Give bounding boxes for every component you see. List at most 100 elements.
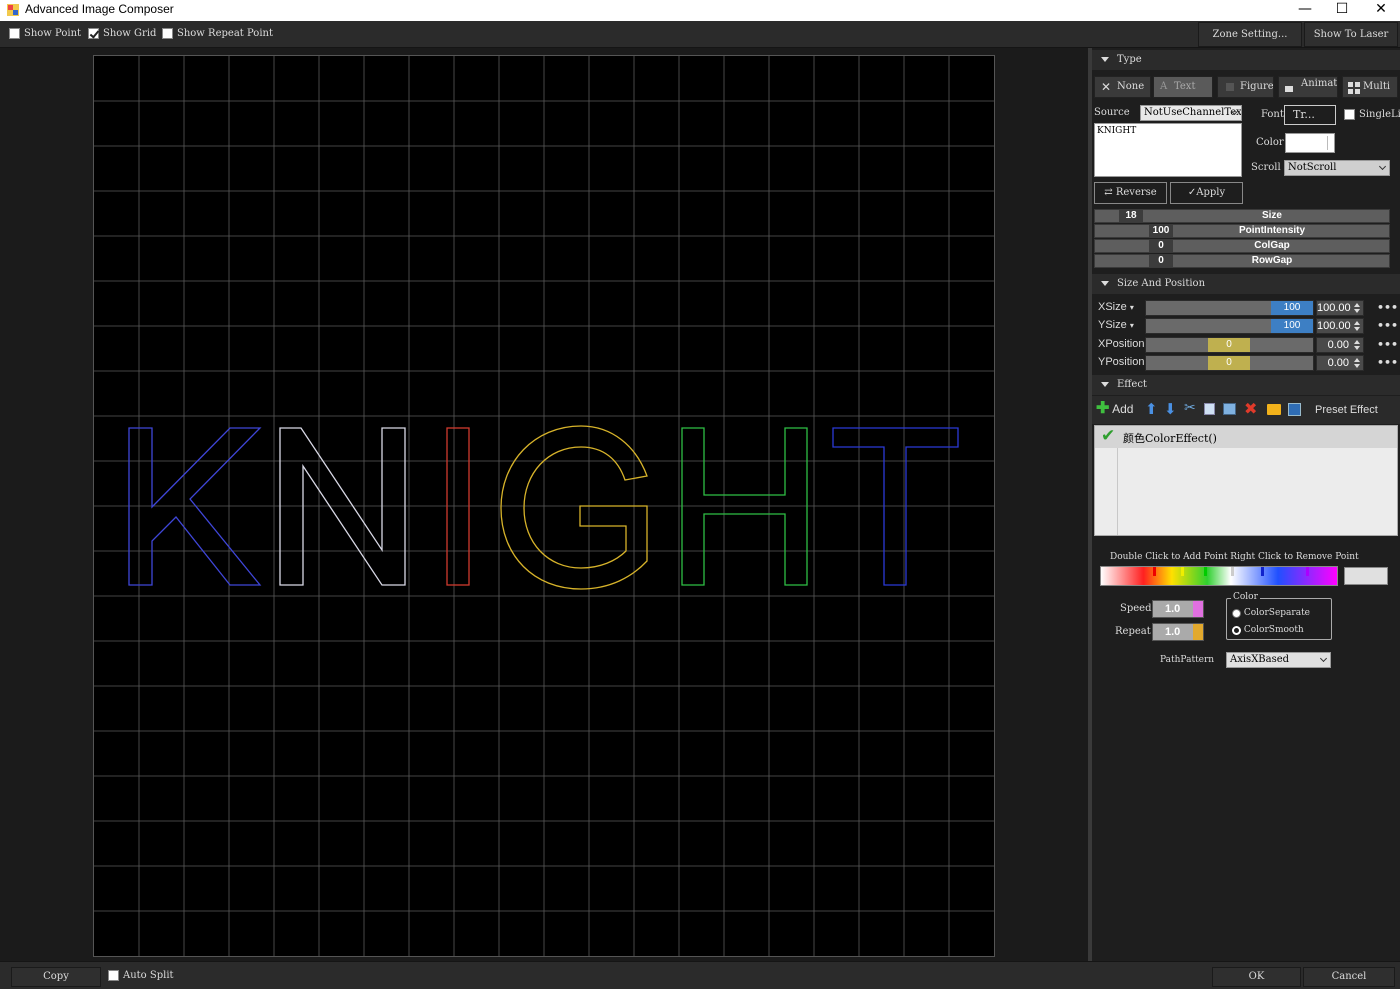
radio-circle-selected[interactable] [1232, 625, 1241, 635]
gradient-stop[interactable] [1181, 567, 1184, 576]
checkbox-box[interactable] [1344, 109, 1355, 120]
canvas-svg[interactable] [94, 56, 994, 956]
effect-list[interactable]: ✔ 颜色ColorEffect() [1094, 425, 1398, 536]
delete-icon[interactable]: ✖ [1244, 399, 1257, 418]
spin-up-icon[interactable] [1354, 340, 1360, 344]
move-down-icon[interactable]: ⬇ [1164, 400, 1177, 418]
stop-color-swatch[interactable] [1344, 567, 1388, 585]
type-animat-button[interactable]: Animat [1278, 76, 1338, 98]
xsize-label[interactable]: XSize ▾ [1098, 301, 1134, 313]
xposition-more-button[interactable]: ••• [1377, 338, 1398, 351]
size-slider[interactable]: 18 Size [1094, 209, 1390, 223]
type-section-header[interactable]: Type [1092, 50, 1400, 70]
row-gap-slider[interactable]: 0 RowGap [1094, 254, 1390, 268]
color-smooth-radio[interactable]: ColorSmooth [1232, 625, 1304, 636]
speed-spin-buttons[interactable] [1193, 601, 1203, 617]
ysize-label[interactable]: YSize ▾ [1098, 319, 1134, 331]
gradient-stop[interactable] [1231, 567, 1234, 576]
font-picker-button[interactable]: Tr... [1284, 105, 1336, 125]
gradient-stop[interactable] [1204, 567, 1207, 576]
xsize-spinbox[interactable]: 100.00 [1316, 300, 1364, 316]
spin-down-icon[interactable] [1354, 327, 1360, 331]
checkmark-icon[interactable]: ✔ [1101, 426, 1115, 446]
checkbox-box[interactable] [162, 28, 173, 39]
xposition-label: XPosition [1098, 338, 1145, 350]
spin-down-icon[interactable] [1354, 364, 1360, 368]
folder-icon[interactable] [1267, 404, 1281, 415]
cut-icon[interactable]: ✂ [1184, 400, 1196, 416]
path-pattern-dropdown[interactable]: AxisXBased [1226, 652, 1331, 668]
spin-up-icon[interactable] [1354, 321, 1360, 325]
type-none-button[interactable]: ✕ None [1094, 76, 1151, 98]
cancel-button[interactable]: Cancel [1303, 967, 1395, 987]
yposition-slider-thumb[interactable]: 0 [1208, 356, 1250, 370]
checkbox-box-checked[interactable] [88, 28, 99, 39]
zone-setting-button[interactable]: Zone Setting... [1198, 22, 1302, 47]
col-gap-slider[interactable]: 0 ColGap [1094, 239, 1390, 253]
copy-button[interactable]: Copy [11, 967, 101, 987]
text-input-area[interactable]: KNIGHT [1094, 123, 1242, 177]
ysize-more-button[interactable]: ••• [1377, 319, 1398, 332]
type-text-button[interactable]: A Text [1153, 76, 1213, 98]
spin-down-icon[interactable] [1354, 309, 1360, 313]
yposition-slider[interactable]: 0 [1145, 355, 1314, 371]
close-button[interactable]: ✕ [1362, 0, 1400, 21]
type-multi-button[interactable]: Multi [1342, 76, 1398, 98]
xposition-spinbox[interactable]: 0.00 [1316, 337, 1364, 353]
source-dropdown[interactable]: NotUseChannelTex [1140, 105, 1242, 121]
single-line-checkbox[interactable]: SingleLi [1344, 109, 1400, 120]
ysize-spinbox[interactable]: 100.00 [1316, 318, 1364, 334]
size-position-section-header[interactable]: Size And Position [1092, 274, 1400, 294]
show-repeat-point-checkbox[interactable]: Show Repeat Point [162, 28, 273, 39]
window-title: Advanced Image Composer [25, 2, 174, 16]
scroll-dropdown[interactable]: NotScroll [1284, 160, 1390, 176]
repeat-spin-buttons[interactable] [1193, 624, 1203, 640]
none-label: None [1117, 81, 1145, 92]
gradient-stop[interactable] [1153, 567, 1156, 576]
spin-up-icon[interactable] [1354, 358, 1360, 362]
apply-button[interactable]: ✓Apply [1170, 182, 1243, 204]
list-item[interactable]: ✔ 颜色ColorEffect() [1095, 426, 1397, 448]
xposition-slider-thumb[interactable]: 0 [1208, 338, 1250, 352]
checkbox-box[interactable] [108, 970, 119, 981]
show-point-checkbox[interactable]: Show Point [9, 28, 81, 39]
maximize-button[interactable]: ☐ [1323, 0, 1361, 21]
gradient-stop[interactable] [1261, 567, 1264, 576]
repeat-value: 1.0 [1165, 626, 1181, 638]
move-up-icon[interactable]: ⬆ [1145, 400, 1158, 418]
gradient-stop[interactable] [1306, 567, 1309, 576]
drawing-canvas[interactable] [93, 55, 995, 957]
radio-circle[interactable] [1232, 608, 1241, 618]
ysize-slider[interactable]: 100 [1145, 318, 1314, 334]
yposition-more-button[interactable]: ••• [1377, 356, 1398, 369]
ysize-slider-thumb[interactable]: 100 [1271, 319, 1313, 333]
yposition-spinbox[interactable]: 0.00 [1316, 355, 1364, 371]
add-effect-button[interactable]: ✚ Add [1096, 401, 1133, 417]
spin-up-icon[interactable] [1354, 303, 1360, 307]
ok-button[interactable]: OK [1212, 967, 1301, 987]
point-intensity-slider[interactable]: 100 PointIntensity [1094, 224, 1390, 238]
xposition-slider[interactable]: 0 [1145, 337, 1314, 353]
repeat-spinbox[interactable]: 1.0 [1152, 623, 1204, 641]
copy-icon[interactable] [1204, 403, 1215, 415]
color-picker-swatch[interactable] [1285, 133, 1335, 153]
auto-split-checkbox[interactable]: Auto Split [108, 970, 174, 981]
effect-section-header[interactable]: Effect [1092, 375, 1400, 395]
show-to-laser-button[interactable]: Show To Laser [1304, 22, 1398, 47]
preset-effect-button[interactable]: Preset Effect [1315, 404, 1378, 416]
save-icon[interactable] [1288, 403, 1301, 416]
minimize-button[interactable]: — [1286, 0, 1324, 21]
reverse-button[interactable]: ⇄ Reverse [1094, 182, 1167, 204]
speed-spinbox[interactable]: 1.0 [1152, 600, 1204, 618]
xsize-more-button[interactable]: ••• [1377, 301, 1398, 314]
color-separate-radio[interactable]: ColorSeparate [1232, 608, 1310, 619]
xsize-slider[interactable]: 100 [1145, 300, 1314, 316]
show-grid-checkbox[interactable]: Show Grid [88, 28, 156, 39]
spin-down-icon[interactable] [1354, 346, 1360, 350]
paste-icon[interactable] [1223, 403, 1236, 415]
xsize-slider-thumb[interactable]: 100 [1271, 301, 1313, 315]
gradient-bar[interactable] [1100, 566, 1338, 586]
type-figure-button[interactable]: Figure [1217, 76, 1274, 98]
x-icon: ✕ [1101, 80, 1112, 94]
checkbox-box[interactable] [9, 28, 20, 39]
